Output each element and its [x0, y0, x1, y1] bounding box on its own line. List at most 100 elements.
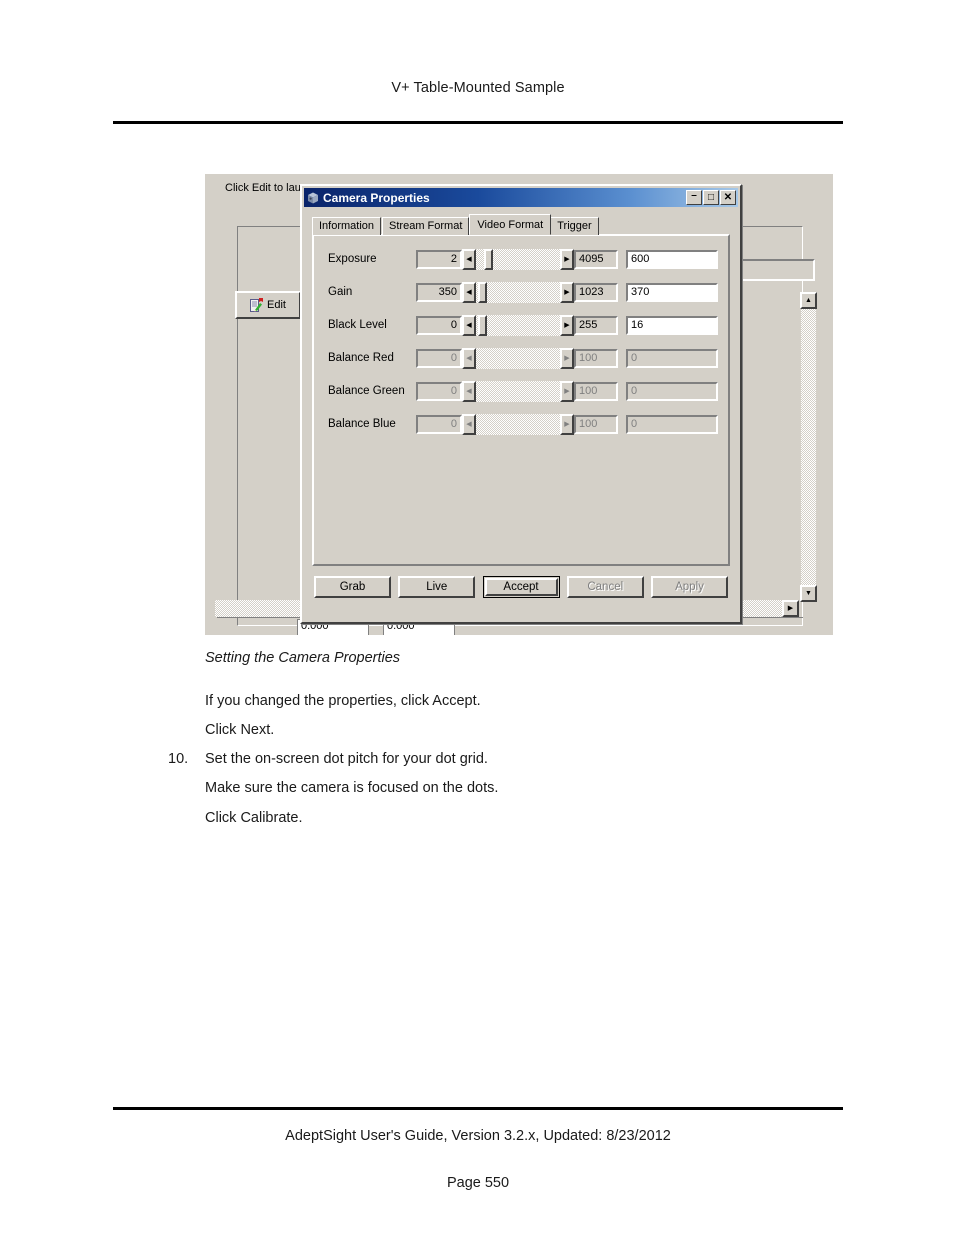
param-label-balance-red: Balance Red [328, 352, 394, 364]
cancel-button: Cancel [566, 576, 644, 598]
document-page: V+ Table-Mounted Sample Click Edit to la… [0, 0, 954, 1235]
window-controls: – □ ✕ [686, 190, 736, 205]
param-value-gain[interactable]: 370 [626, 282, 718, 302]
param-value-balance-blue: 0 [626, 414, 718, 434]
slider-right-arrow-icon: ▶ [560, 347, 574, 369]
maximize-icon: □ [707, 191, 715, 203]
dialog-tabstrip: Information Stream Format Video Format T… [312, 214, 600, 235]
slider-thumb[interactable] [478, 314, 487, 336]
param-max-black-level: 255 [574, 315, 618, 335]
param-label-gain: Gain [328, 286, 353, 298]
param-slider-balance-red: ◀ ▶ [462, 347, 574, 369]
param-label-black-level: Black Level [328, 319, 387, 331]
close-button[interactable]: ✕ [720, 190, 736, 205]
header-rule [113, 121, 843, 124]
param-max-balance-blue: 100 [574, 414, 618, 434]
param-max-exposure: 4095 [574, 249, 618, 269]
slider-right-arrow-icon[interactable]: ▶ [560, 314, 574, 336]
scroll-down-icon: ▼ [805, 590, 812, 597]
param-slider-black-level[interactable]: ◀ ▶ [462, 314, 574, 336]
figure-camera-properties-screenshot: Click Edit to lau Edit ▲ ▼ ▶ 0.000 0.000… [203, 172, 833, 635]
accept-button[interactable]: Accept [482, 576, 560, 598]
param-min-black-level: 0 [416, 315, 462, 335]
video-format-panel: Exposure 2 ◀ ▶ 4095 600 Gain 350 ◀ ▶ 102… [312, 234, 730, 566]
edit-button[interactable]: Edit [235, 291, 301, 319]
slider-left-arrow-icon[interactable]: ◀ [462, 281, 476, 303]
body-line-5: Click Calibrate. [205, 810, 303, 826]
scroll-up-icon: ▲ [805, 297, 812, 304]
param-slider-exposure[interactable]: ◀ ▶ [462, 248, 574, 270]
param-slider-balance-blue: ◀ ▶ [462, 413, 574, 435]
param-label-balance-green: Balance Green [328, 385, 405, 397]
dialog-button-row: Grab Live Accept Cancel Apply [314, 576, 728, 598]
tab-video-format[interactable]: Video Format [469, 214, 552, 235]
param-value-balance-green: 0 [626, 381, 718, 401]
body-line-2: Click Next. [205, 722, 275, 738]
accept-button-label: Accept [484, 578, 558, 596]
scroll-up-button[interactable]: ▲ [800, 292, 817, 309]
camera-properties-dialog: Camera Properties – □ ✕ Information Stre… [300, 184, 742, 624]
slider-left-arrow-icon: ◀ [462, 380, 476, 402]
param-label-balance-blue: Balance Blue [328, 418, 396, 430]
background-vertical-scrollbar[interactable]: ▲ ▼ [800, 292, 817, 602]
live-button[interactable]: Live [398, 576, 476, 598]
param-row-balance-green: Balance Green 0 ◀ ▶ 100 0 [328, 380, 718, 402]
slider-right-arrow-icon[interactable]: ▶ [560, 281, 574, 303]
param-slider-gain[interactable]: ◀ ▶ [462, 281, 574, 303]
param-max-balance-green: 100 [574, 381, 618, 401]
body-line-4: Make sure the camera is focused on the d… [205, 780, 499, 796]
slider-right-arrow-icon: ▶ [560, 380, 574, 402]
param-row-gain: Gain 350 ◀ ▶ 1023 370 [328, 281, 718, 303]
apply-button: Apply [651, 576, 728, 598]
minimize-icon: – [691, 189, 697, 201]
param-row-balance-blue: Balance Blue 0 ◀ ▶ 100 0 [328, 413, 718, 435]
slider-thumb[interactable] [478, 281, 487, 303]
scroll-down-button[interactable]: ▼ [800, 585, 817, 602]
param-row-exposure: Exposure 2 ◀ ▶ 4095 600 [328, 248, 718, 270]
footer-rule [113, 1107, 843, 1110]
param-min-gain: 350 [416, 282, 462, 302]
param-min-balance-blue: 0 [416, 414, 462, 434]
slider-right-arrow-icon[interactable]: ▶ [560, 248, 574, 270]
tab-trigger[interactable]: Trigger [550, 217, 599, 235]
param-value-exposure[interactable]: 600 [626, 249, 718, 269]
tab-stream-format[interactable]: Stream Format [382, 217, 470, 235]
param-row-balance-red: Balance Red 0 ◀ ▶ 100 0 [328, 347, 718, 369]
slider-left-arrow-icon: ◀ [462, 347, 476, 369]
param-min-exposure: 2 [416, 249, 462, 269]
param-value-balance-red: 0 [626, 348, 718, 368]
tab-information[interactable]: Information [312, 217, 382, 235]
scroll-right-button[interactable]: ▶ [782, 600, 799, 617]
body-line-1: If you changed the properties, click Acc… [205, 693, 481, 709]
scroll-right-icon: ▶ [787, 605, 794, 612]
slider-thumb[interactable] [484, 248, 493, 270]
dialog-title: Camera Properties [323, 190, 430, 205]
footer-guide-info: AdeptSight User's Guide, Version 3.2.x, … [285, 1128, 671, 1144]
slider-left-arrow-icon[interactable]: ◀ [462, 248, 476, 270]
page-header-title: V+ Table-Mounted Sample [391, 80, 565, 96]
param-value-black-level[interactable]: 16 [626, 315, 718, 335]
param-max-balance-red: 100 [574, 348, 618, 368]
close-icon: ✕ [723, 191, 733, 203]
param-slider-balance-green: ◀ ▶ [462, 380, 574, 402]
param-row-black-level: Black Level 0 ◀ ▶ 255 16 [328, 314, 718, 336]
edit-document-icon [250, 297, 264, 313]
minimize-button[interactable]: – [686, 190, 702, 205]
param-max-gain: 1023 [574, 282, 618, 302]
list-number-10: 10. [168, 751, 189, 767]
slider-left-arrow-icon[interactable]: ◀ [462, 314, 476, 336]
footer-page-number: Page 550 [446, 1175, 510, 1191]
slider-right-arrow-icon: ▶ [560, 413, 574, 435]
figure-caption: Setting the Camera Properties [205, 650, 401, 666]
camera-cube-icon [306, 191, 320, 205]
maximize-button[interactable]: □ [703, 190, 719, 205]
param-label-exposure: Exposure [328, 253, 377, 265]
body-line-3: Set the on-screen dot pitch for your dot… [205, 751, 488, 767]
edit-button-label: Edit [267, 299, 286, 311]
background-hint-text: Click Edit to lau [225, 182, 301, 194]
slider-left-arrow-icon: ◀ [462, 413, 476, 435]
param-min-balance-green: 0 [416, 381, 462, 401]
dialog-titlebar[interactable]: Camera Properties – □ ✕ [304, 188, 738, 207]
param-min-balance-red: 0 [416, 348, 462, 368]
grab-button[interactable]: Grab [314, 576, 391, 598]
